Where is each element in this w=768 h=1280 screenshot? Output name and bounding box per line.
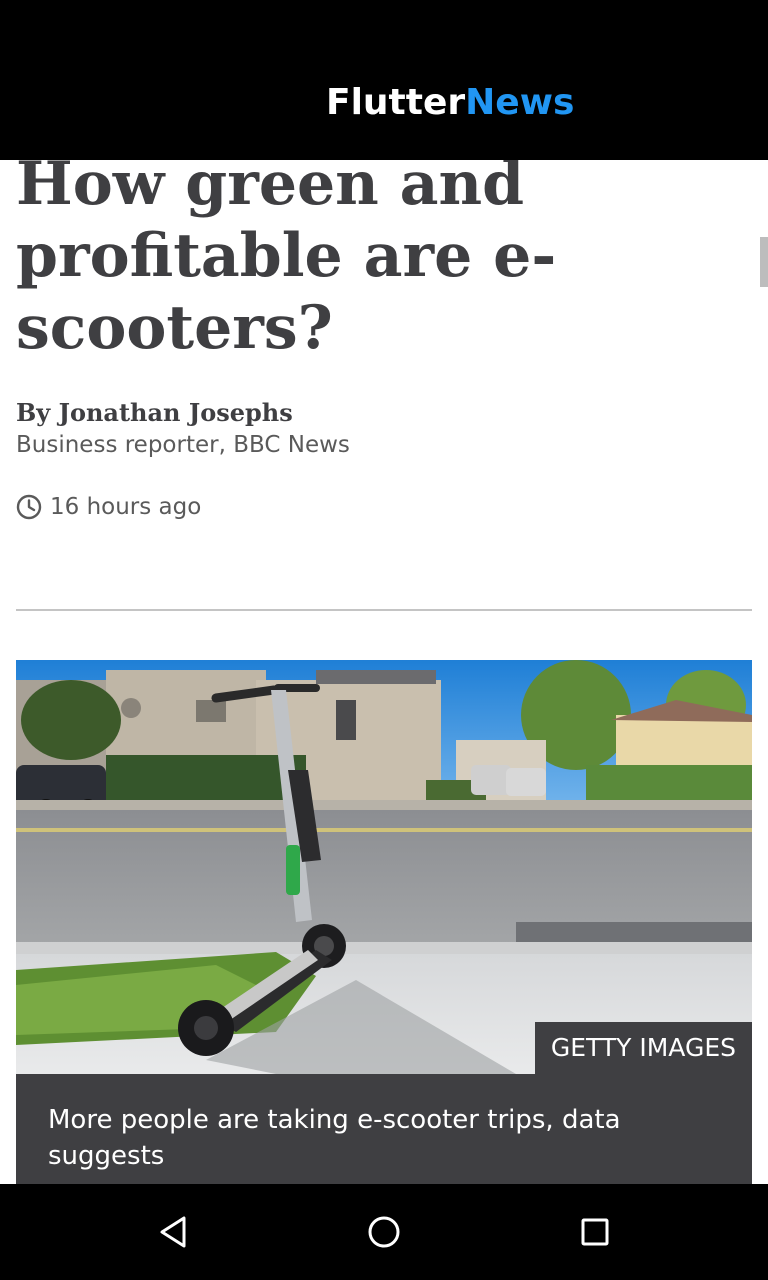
caption-text: More people are taking e-scooter trips, … [48, 1105, 621, 1171]
article-image[interactable]: GETTY IMAGES [16, 660, 752, 1074]
image-caption: More people are taking e-scooter trips, … [16, 1074, 752, 1184]
circle-home-icon[interactable] [360, 1208, 408, 1256]
divider [16, 609, 752, 611]
clock-icon [16, 494, 42, 520]
timestamp-text: 16 hours ago [50, 494, 202, 520]
author-role: Business reporter, BBC News [16, 432, 350, 458]
article-author: By Jonathan Josephs [16, 398, 293, 427]
app-title-flutter: Flutter [326, 82, 466, 123]
scooter-photo [16, 660, 752, 1074]
system-nav-bar [0, 1184, 768, 1280]
article-content[interactable]: How green and profitable are e-scooters?… [0, 160, 768, 1184]
square-recents-icon[interactable] [571, 1208, 619, 1256]
article-timestamp: 16 hours ago [16, 494, 201, 520]
triangle-back-icon[interactable] [150, 1208, 198, 1256]
scrollbar-thumb[interactable] [760, 237, 768, 287]
app-title: FlutterNews [326, 82, 574, 123]
article-headline: How green and profitable are e-scooters? [16, 160, 557, 363]
image-credit: GETTY IMAGES [534, 1022, 752, 1074]
app-title-news: News [465, 82, 575, 123]
app-bar: FlutterNews [0, 0, 768, 160]
